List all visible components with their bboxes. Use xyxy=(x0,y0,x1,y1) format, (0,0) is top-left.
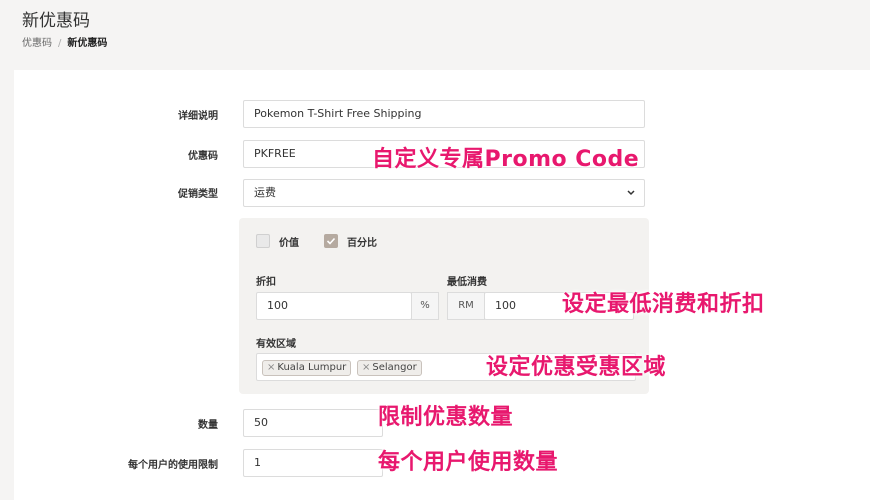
per-user-limit-input[interactable]: 1 xyxy=(243,449,383,477)
zone-tag-label: Kuala Lumpur xyxy=(277,362,347,373)
zones-label: 有效区域 xyxy=(256,339,296,350)
discount-input[interactable]: 100 xyxy=(256,292,412,320)
promo-type-value: 运费 xyxy=(254,186,276,199)
annotation-min-spend-discount: 设定最低消费和折扣 xyxy=(562,292,765,317)
description-input[interactable]: Pokemon T-Shirt Free Shipping xyxy=(243,100,645,128)
currency-addon: RM xyxy=(447,292,485,320)
breadcrumb-current: 新优惠码 xyxy=(67,38,108,49)
chevron-down-icon xyxy=(626,180,636,206)
code-label: 优惠码 xyxy=(188,151,218,162)
quantity-label: 数量 xyxy=(198,420,218,431)
description-label: 详细说明 xyxy=(178,111,218,122)
value-checkbox[interactable] xyxy=(256,234,270,248)
value-checkbox-label: 价值 xyxy=(279,238,299,249)
zone-tag[interactable]: × Selangor xyxy=(357,360,422,376)
check-icon xyxy=(326,237,336,245)
remove-tag-icon[interactable]: × xyxy=(267,362,275,373)
discount-label: 折扣 xyxy=(256,277,276,288)
remove-tag-icon[interactable]: × xyxy=(362,362,370,373)
annotation-custom-code: 自定义专属Promo Code xyxy=(372,147,640,172)
percent-addon: % xyxy=(411,292,439,320)
percent-checkbox[interactable] xyxy=(324,234,338,248)
page-title: 新优惠码 xyxy=(22,11,90,31)
annotation-limit-quantity: 限制优惠数量 xyxy=(378,405,514,430)
zone-tag-label: Selangor xyxy=(372,362,417,373)
zone-tag[interactable]: × Kuala Lumpur xyxy=(262,360,352,376)
breadcrumb-separator: / xyxy=(58,38,62,49)
annotation-per-user: 每个用户使用数量 xyxy=(378,450,559,475)
promo-type-label: 促销类型 xyxy=(178,189,218,200)
breadcrumb: 优惠码 / 新优惠码 xyxy=(22,34,107,49)
promo-type-select[interactable]: 运费 xyxy=(243,179,645,207)
quantity-input[interactable]: 50 xyxy=(243,409,383,437)
breadcrumb-parent[interactable]: 优惠码 xyxy=(22,38,52,49)
min-spend-label: 最低消费 xyxy=(447,277,487,288)
per-user-limit-label: 每个用户的使用限制 xyxy=(128,460,218,471)
annotation-zones: 设定优惠受惠区域 xyxy=(486,355,667,380)
percent-checkbox-label: 百分比 xyxy=(347,238,377,249)
